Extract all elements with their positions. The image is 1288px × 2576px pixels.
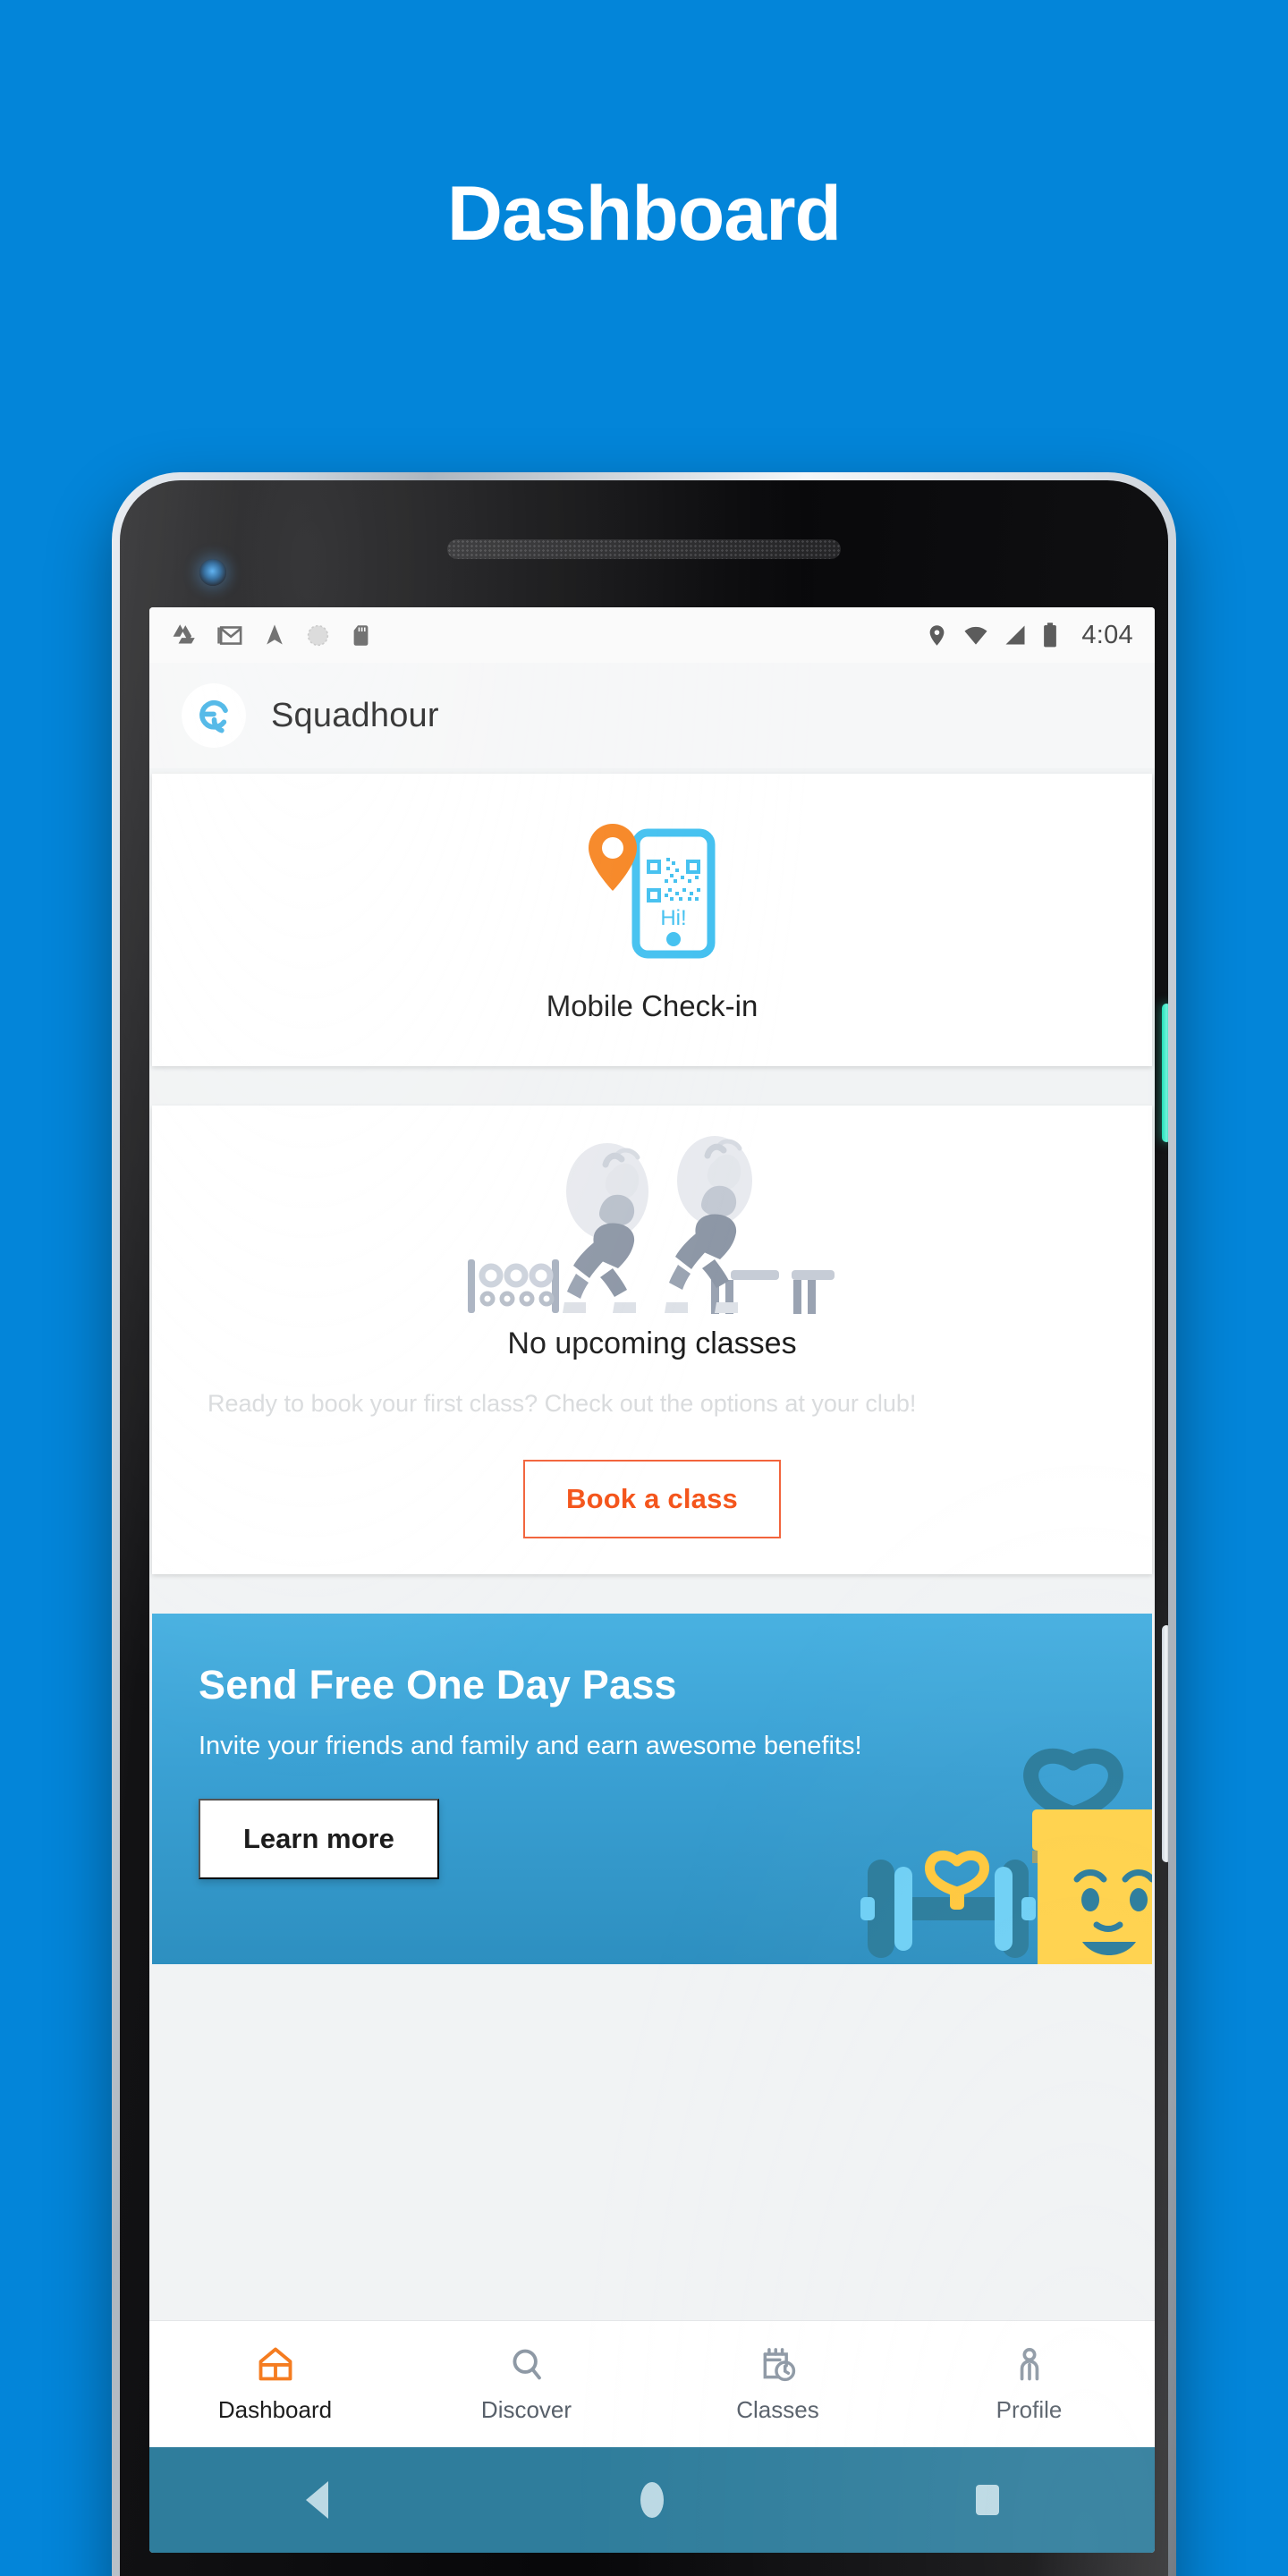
app-title: Squadhour (271, 696, 439, 734)
status-bar-system-icons: 4:04 (925, 621, 1133, 650)
home-circle-icon[interactable] (640, 2482, 664, 2518)
recents-square-icon[interactable] (975, 2485, 999, 2515)
book-a-class-button[interactable]: Book a class (523, 1460, 781, 1539)
upcoming-classes-card: No upcoming classes Ready to book your f… (152, 1106, 1152, 1575)
phone-bezel: 4:04 Squadhour Hi! Mobile Check-in No up… (120, 480, 1168, 2576)
dashboard-scroll-content[interactable]: Hi! Mobile Check-in No upcoming classes … (149, 768, 1155, 2320)
home-icon (258, 2347, 292, 2381)
search-icon (513, 2349, 541, 2380)
status-bar-notifications (171, 622, 373, 649)
tab-profile[interactable]: Profile (903, 2321, 1155, 2447)
back-triangle-icon[interactable] (305, 2481, 328, 2519)
promo-subtitle: Invite your friends and family and earn … (199, 1732, 862, 1761)
tab-dashboard-label: Dashboard (217, 2396, 333, 2423)
mobile-checkin-qr-icon: Hi! (563, 813, 741, 970)
wifi-icon (964, 626, 987, 645)
status-bar-clock: 4:04 (1081, 620, 1133, 649)
tab-profile-label: Profile (996, 2396, 1063, 2423)
calendar-clock-icon (763, 2348, 795, 2382)
android-navigation-bar (149, 2447, 1155, 2553)
location-icon (929, 624, 945, 646)
gmail-icon (217, 625, 242, 645)
phone-screen: 4:04 Squadhour Hi! Mobile Check-in No up… (149, 607, 1155, 2553)
power-button[interactable] (1162, 1004, 1168, 1142)
one-day-pass-promo-banner[interactable]: Send Free One Day Pass Invite your frien… (152, 1614, 1152, 1965)
status-bar: 4:04 (149, 607, 1155, 663)
sync-icon (307, 624, 329, 646)
person-icon (1020, 2348, 1038, 2381)
upcoming-classes-title: No upcoming classes (507, 1326, 797, 1360)
learn-more-button[interactable]: Learn more (199, 1799, 439, 1880)
sd-card-icon (353, 624, 369, 646)
mobile-checkin-label: Mobile Check-in (546, 989, 758, 1022)
svg-text:Hi!: Hi! (660, 906, 686, 930)
drive-icon (173, 623, 195, 644)
tab-discover-label: Discover (480, 2396, 572, 2423)
phone-device-frame: 4:04 Squadhour Hi! Mobile Check-in No up… (112, 472, 1176, 2576)
promo-title: Send Free One Day Pass (199, 1662, 677, 1708)
mobile-checkin-card[interactable]: Hi! Mobile Check-in (152, 774, 1152, 1066)
bottom-tab-bar: Dashboard Discover Classes Profile (149, 2320, 1155, 2447)
gift-box-dumbbell-illustration (782, 1743, 1152, 1965)
front-camera-icon (199, 559, 226, 586)
page-title: Dashboard (446, 171, 842, 257)
tab-discover[interactable]: Discover (401, 2321, 652, 2447)
people-exercising-illustration (152, 1127, 1152, 1319)
cell-signal-icon (1005, 625, 1025, 645)
upcoming-classes-subtitle: Ready to book your first class? Check ou… (208, 1390, 917, 1417)
earpiece-speaker-grille (447, 539, 841, 559)
navigation-icon (267, 624, 283, 645)
tab-classes[interactable]: Classes (652, 2321, 903, 2447)
tab-dashboard[interactable]: Dashboard (149, 2321, 401, 2447)
battery-icon (1044, 623, 1057, 648)
tab-classes-label: Classes (736, 2396, 819, 2423)
volume-rocker-button[interactable] (1162, 1625, 1168, 1862)
app-bar: Squadhour (149, 663, 1155, 768)
squadhour-logo-icon (182, 683, 246, 748)
